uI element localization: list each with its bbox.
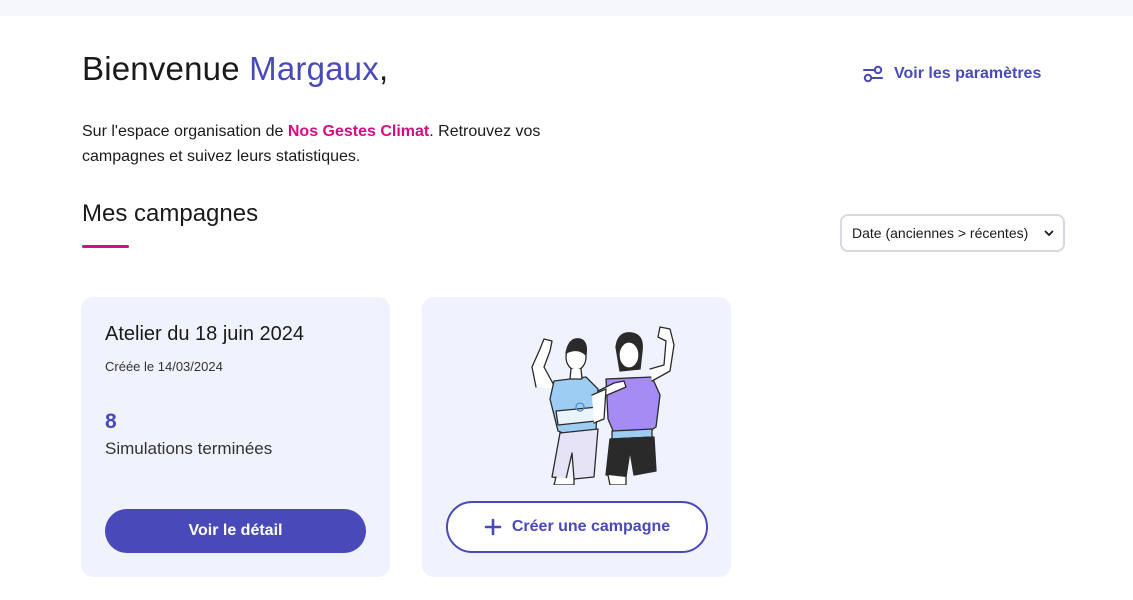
intro-text-before: Sur l'espace organisation de bbox=[82, 123, 288, 140]
plus-icon bbox=[484, 518, 502, 536]
simulations-count-label: Simulations terminées bbox=[105, 439, 273, 458]
view-detail-button[interactable]: Voir le détail bbox=[105, 509, 366, 553]
intro-text: Sur l'espace organisation de Nos Gestes … bbox=[82, 119, 582, 169]
section-underline bbox=[82, 245, 129, 248]
section-title: Mes campagnes bbox=[82, 200, 259, 227]
simulations-count: 8 bbox=[105, 410, 117, 433]
top-bar bbox=[0, 0, 1133, 16]
sort-select-value: Date (anciennes > récentes) bbox=[852, 225, 1029, 241]
greeting-prefix: Bienvenue bbox=[82, 50, 250, 87]
create-campaign-label: Créer une campagne bbox=[511, 518, 671, 535]
sort-select[interactable]: Date (anciennes > récentes) bbox=[840, 214, 1065, 252]
settings-link-label: Voir les paramètres bbox=[894, 65, 1042, 82]
page-title: Bienvenue Margaux, bbox=[82, 50, 388, 88]
campaign-created-date: Créée le 14/03/2024 bbox=[105, 359, 223, 374]
user-name: Margaux bbox=[249, 50, 379, 87]
settings-link[interactable]: Voir les paramètres bbox=[862, 63, 1041, 85]
greeting-suffix: , bbox=[378, 50, 389, 87]
create-campaign-button[interactable]: Créer une campagne bbox=[446, 501, 708, 553]
campaign-title: Atelier du 18 juin 2024 bbox=[105, 323, 305, 345]
sliders-icon bbox=[863, 65, 883, 83]
create-campaign-card: Créer une campagne bbox=[422, 297, 731, 577]
people-illustration bbox=[531, 326, 675, 485]
chevron-down-icon bbox=[1044, 230, 1054, 236]
brand-name: Nos Gestes Climat bbox=[287, 123, 430, 140]
campaign-card: Atelier du 18 juin 2024 Créée le 14/03/2… bbox=[81, 297, 390, 577]
